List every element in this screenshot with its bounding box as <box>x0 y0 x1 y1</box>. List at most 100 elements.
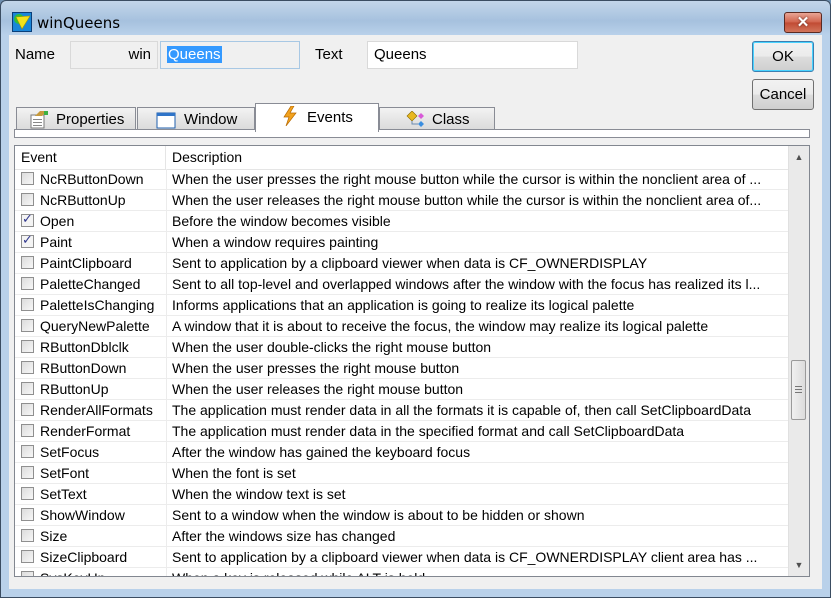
table-row[interactable]: SetFocus After the window has gained the … <box>15 442 788 463</box>
table-row[interactable]: NcRButtonDown When the user presses the r… <box>15 169 788 190</box>
event-name: SetFocus <box>40 442 167 462</box>
event-description: When a key is released while ALT is held <box>172 568 784 576</box>
event-name: ShowWindow <box>40 505 167 525</box>
event-checkbox[interactable] <box>21 172 34 185</box>
tab-properties[interactable]: Properties <box>16 107 136 130</box>
event-checkbox[interactable] <box>21 571 34 576</box>
app-icon <box>12 12 32 32</box>
tab-properties-label: Properties <box>56 111 125 128</box>
event-checkbox[interactable] <box>21 403 34 416</box>
event-checkbox[interactable] <box>21 361 34 374</box>
grid-header: Event Description <box>15 146 788 170</box>
table-row[interactable]: SetFont When the font is set <box>15 463 788 484</box>
table-row[interactable]: SizeClipboard Sent to application by a cl… <box>15 547 788 568</box>
cancel-button[interactable]: Cancel <box>752 79 814 110</box>
lightning-icon <box>280 105 300 127</box>
event-name: NcRButtonDown <box>40 169 167 189</box>
text-input[interactable]: Queens <box>367 41 578 69</box>
event-checkbox[interactable] <box>21 212 34 227</box>
text-label: Text <box>315 46 343 63</box>
event-description: Sent to a window when the window is abou… <box>172 507 585 523</box>
table-row[interactable]: RButtonDblclk When the user double-clicks… <box>15 337 788 358</box>
event-name: Size <box>40 526 167 546</box>
table-row[interactable]: PaintClipboard Sent to application by a c… <box>15 253 788 274</box>
event-description: Before the window becomes visible <box>172 213 391 229</box>
close-icon: ✕ <box>796 14 810 31</box>
event-checkbox[interactable] <box>21 529 34 542</box>
event-checkbox[interactable] <box>21 319 34 332</box>
event-description: When the window text is set <box>172 486 346 502</box>
event-checkbox[interactable] <box>21 193 34 206</box>
event-checkbox[interactable] <box>21 277 34 290</box>
table-row[interactable]: RButtonUp When the user releases the righ… <box>15 379 788 400</box>
table-row[interactable]: ShowWindow Sent to a window when the wind… <box>15 505 788 526</box>
tab-class[interactable]: Class <box>379 107 495 130</box>
event-description: When the user presses the right mouse bu… <box>172 360 460 376</box>
tab-events-label: Events <box>307 109 353 126</box>
event-name: PaletteIsChanging <box>40 295 167 315</box>
event-name: SetFont <box>40 463 167 483</box>
event-checkbox[interactable] <box>21 424 34 437</box>
dialog-window: winQueens ✕ Name win Queens Text Queens … <box>0 0 831 598</box>
name-prefix-field: win <box>70 41 158 69</box>
event-checkbox[interactable] <box>21 233 34 248</box>
events-grid: Event Description NcRButtonDown When the … <box>14 145 810 577</box>
table-row[interactable]: PaletteIsChanging Informs applications th… <box>15 295 788 316</box>
scroll-up-arrow-icon[interactable]: ▲ <box>789 148 809 166</box>
table-row[interactable]: RButtonDown When the user presses the rig… <box>15 358 788 379</box>
event-checkbox[interactable] <box>21 508 34 521</box>
table-row[interactable]: Size After the windows size has changed <box>15 526 788 547</box>
table-row[interactable]: PaletteChanged Sent to all top-level and … <box>15 274 788 295</box>
event-name: RenderAllFormats <box>40 400 167 420</box>
column-header-description[interactable]: Description <box>166 146 788 169</box>
tab-window-label: Window <box>184 111 238 128</box>
event-description: The application must render data in all … <box>172 402 751 418</box>
event-name: RButtonDown <box>40 358 167 378</box>
event-description: Informs applications that an application… <box>172 297 635 313</box>
event-name: NcRButtonUp <box>40 190 167 210</box>
table-row[interactable]: RenderFormat The application must render … <box>15 421 788 442</box>
scroll-down-arrow-icon[interactable]: ▼ <box>789 556 809 574</box>
event-description: Sent to application by a clipboard viewe… <box>172 255 648 271</box>
ok-button[interactable]: OK <box>752 41 814 72</box>
close-button[interactable]: ✕ <box>784 12 822 33</box>
vertical-scrollbar[interactable]: ▲ ▼ <box>788 146 809 576</box>
tab-events[interactable]: Events <box>255 103 379 132</box>
event-description: When the user releases the right mouse b… <box>172 381 464 397</box>
event-checkbox[interactable] <box>21 340 34 353</box>
table-row[interactable]: Paint When a window requires painting <box>15 232 788 253</box>
event-checkbox[interactable] <box>21 466 34 479</box>
table-row[interactable]: NcRButtonUp When the user releases the ri… <box>15 190 788 211</box>
table-row[interactable]: SysKeyUp When a key is released while ALT… <box>15 568 788 576</box>
event-description: When the user presses the right mouse bu… <box>172 171 762 187</box>
event-name: Open <box>40 211 167 231</box>
tab-class-label: Class <box>432 111 470 128</box>
scrollbar-thumb[interactable] <box>791 360 806 420</box>
event-checkbox[interactable] <box>21 256 34 269</box>
dialog-client-area: Name win Queens Text Queens OK Cancel Pr… <box>9 35 822 589</box>
table-row[interactable]: RenderAllFormats The application must ren… <box>15 400 788 421</box>
table-row[interactable]: QueryNewPalette A window that it is about… <box>15 316 788 337</box>
event-description: When the user releases the right mouse b… <box>172 192 762 208</box>
name-input[interactable]: Queens <box>160 41 300 69</box>
event-checkbox[interactable] <box>21 298 34 311</box>
table-row[interactable]: SetText When the window text is set <box>15 484 788 505</box>
window-icon <box>156 111 176 129</box>
event-description: Sent to application by a clipboard viewe… <box>172 549 758 565</box>
event-checkbox[interactable] <box>21 382 34 395</box>
event-checkbox[interactable] <box>21 445 34 458</box>
tab-window[interactable]: Window <box>137 107 255 130</box>
table-row[interactable]: Open Before the window becomes visible <box>15 211 788 232</box>
column-header-event[interactable]: Event <box>15 146 166 169</box>
event-name: SysKeyUp <box>40 568 167 576</box>
title-bar[interactable]: winQueens ✕ <box>1 1 830 35</box>
name-input-value: Queens <box>167 46 222 63</box>
event-name: PaintClipboard <box>40 253 167 273</box>
event-description: The application must render data in the … <box>172 423 685 439</box>
event-description: After the windows size has changed <box>172 528 396 544</box>
tab-panel <box>14 129 810 138</box>
event-checkbox[interactable] <box>21 487 34 500</box>
event-description: When the font is set <box>172 465 296 481</box>
event-checkbox[interactable] <box>21 550 34 563</box>
window-title: winQueens <box>37 14 121 32</box>
